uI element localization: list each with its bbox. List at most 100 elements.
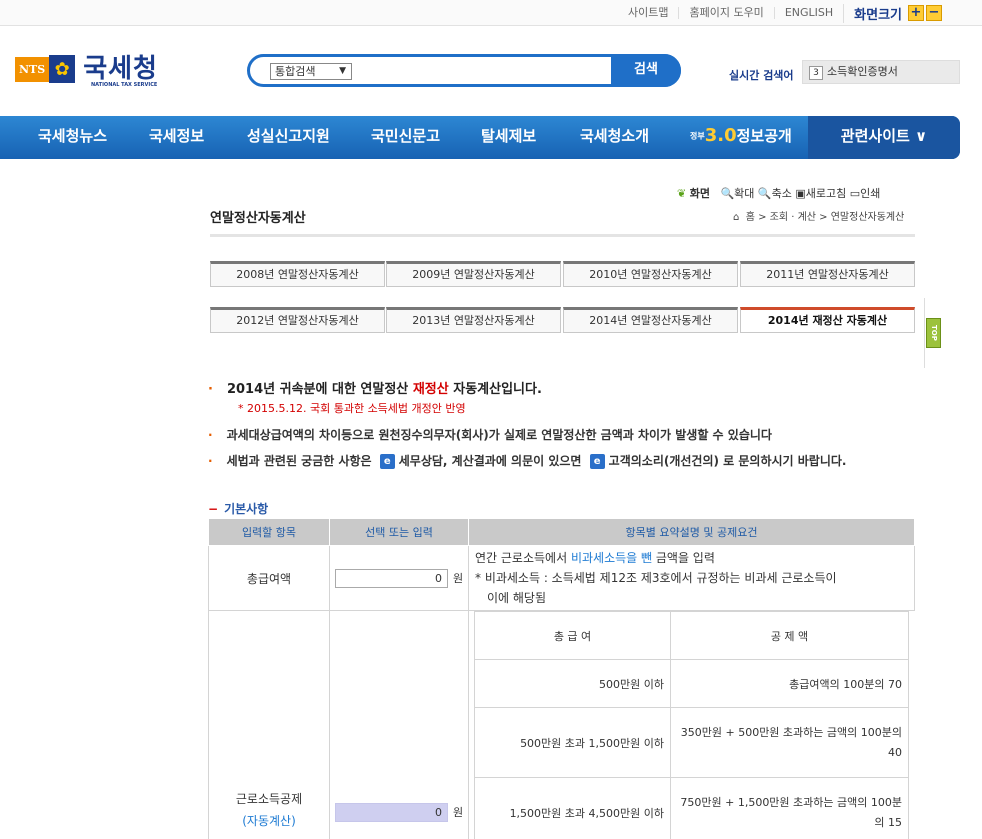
nav-tax-report[interactable]: 탈세제보: [481, 116, 536, 159]
page-tools: ❦ 화면 🔍확대 🔍축소 ▣새로고침 ▭인쇄: [677, 185, 880, 201]
search-category-select[interactable]: 통합검색 ▼: [270, 63, 352, 80]
gross-pay-description: 연간 근로소득에서 비과세소득을 뺀 금액을 입력 * 비과세소득 : 소득세법…: [468, 545, 915, 611]
tab-2009[interactable]: 2009년 연말정산자동계산: [386, 261, 561, 287]
realtime-keyword[interactable]: 3 소득확인증명서: [802, 60, 960, 84]
table-row: 500만원 이하 총급여액의 100분의 70: [474, 659, 909, 708]
gross-pay-cell: 0원: [329, 545, 469, 611]
help-link[interactable]: 홈페이지 도우미: [678, 7, 773, 19]
bullet-icon: ·: [208, 382, 213, 397]
deduction-unit: 원: [452, 805, 464, 819]
table-row: 1,500만원 초과 4,500만원 이하 750만원 + 1,500만원 초과…: [474, 777, 909, 839]
nts-logo-mark: NTS: [15, 56, 50, 82]
flower-emblem-icon: ✿: [49, 55, 76, 83]
nav-tax-info[interactable]: 국세정보: [149, 116, 204, 159]
bracket-deduction: 350만원 + 500만원 초과하는 금액의 100분의 40: [670, 707, 909, 778]
basic-info-table: 입력할 항목 선택 또는 입력 항목별 요약설명 및 공제요건 총급여액 0원 …: [208, 518, 915, 839]
tab-2014-recalculation[interactable]: 2014년 재정산 자동계산: [740, 307, 915, 333]
table-row: 500만원 초과 1,500만원 이하 350만원 + 500만원 초과하는 금…: [474, 707, 909, 778]
note-difference: · 과세대상급여액의 차이등으로 원천징수의무자(회사)가 실제로 연말정산한 금…: [208, 428, 772, 442]
english-link[interactable]: ENGLISH: [773, 7, 843, 19]
tab-2011[interactable]: 2011년 연말정산자동계산: [740, 261, 915, 287]
tab-2010[interactable]: 2010년 연말정산자동계산: [563, 261, 738, 287]
bracket-range: 500만원 이하: [474, 659, 671, 708]
tax-consult-link-icon[interactable]: e: [379, 454, 395, 469]
note-intro: · 2014년 귀속분에 대한 연말정산 재정산 자동계산입니다.: [208, 382, 542, 397]
section-title: − 기본사항: [208, 502, 269, 516]
main-navigation: 국세청뉴스 국세정보 성실신고지원 국민신문고 탈세제보 국세청소개 정부3.0…: [0, 116, 960, 159]
tab-2014[interactable]: 2014년 연말정산자동계산: [563, 307, 738, 333]
breadcrumb: ⌂ 홈 > 조회 · 계산 > 연말정산자동계산: [733, 212, 905, 223]
nav-info-label: 정보공개: [736, 127, 792, 145]
search-button[interactable]: 검색: [611, 54, 681, 87]
header-input: 선택 또는 입력: [329, 518, 469, 546]
customer-voice-link-icon[interactable]: e: [589, 454, 605, 469]
utility-links: 사이트맵 홈페이지 도우미 ENGLISH 화면크기 + −: [618, 0, 942, 26]
table-header-row: 입력할 항목 선택 또는 입력 항목별 요약설명 및 공제요건: [208, 518, 915, 546]
nts-logo[interactable]: NTS ✿ 국세청 NATIONAL TAX SERVICE: [15, 54, 158, 88]
deduction-cell: 0원: [329, 610, 469, 839]
non-taxable-note: * 비과세소득 : 소득세법 제12조 제3호에서 규정하는 비과세 근로소득이: [475, 571, 837, 585]
realtime-term: 소득확인증명서: [827, 65, 898, 78]
deduction-label-cell: 근로소득공제 (자동계산): [208, 610, 330, 839]
nav-about[interactable]: 국세청소개: [580, 116, 649, 159]
sitemap-link[interactable]: 사이트맵: [618, 7, 678, 19]
inner-header-gross: 총 급 여: [474, 611, 671, 660]
tab-2008[interactable]: 2008년 연말정산자동계산: [210, 261, 385, 287]
gross-pay-input[interactable]: 0: [334, 568, 448, 588]
inner-header-deduction: 공 제 액: [670, 611, 909, 660]
nav-petition[interactable]: 국민신문고: [371, 116, 440, 159]
search-bar: 통합검색 ▼ 검색: [247, 54, 681, 87]
zoom-in-button[interactable]: +: [908, 5, 924, 21]
nav-information-disclosure[interactable]: 정부3.0정보공개: [690, 116, 792, 159]
section-dash-icon: −: [208, 502, 219, 516]
note-law-reflected: * 2015.5.12. 국회 통과한 소득세법 개정안 반영: [238, 402, 466, 415]
bracket-range: 1,500만원 초과 4,500만원 이하: [474, 777, 671, 839]
table-row: 총급여액 0원 연간 근로소득에서 비과세소득을 뺀 금액을 입력 * 비과세소…: [208, 545, 915, 611]
gross-pay-unit: 원: [452, 571, 464, 585]
deduction-rate-table: 총 급 여 공 제 액 500만원 이하 총급여액의 100분의 70 500만…: [474, 611, 909, 839]
home-icon[interactable]: ⌂: [733, 212, 739, 223]
deduction-auto-label: (자동계산): [242, 813, 296, 828]
print-tool[interactable]: ▭인쇄: [850, 187, 881, 200]
leaf-icon: ❦: [677, 187, 687, 200]
page-title: 연말정산자동계산: [210, 211, 306, 226]
bullet-icon: ·: [208, 428, 213, 442]
nav-related-sites[interactable]: 관련사이트 ∨: [808, 116, 960, 159]
zoom-out-button[interactable]: −: [926, 5, 942, 21]
deduction-table-cell: 총 급 여 공 제 액 500만원 이하 총급여액의 100분의 70 500만…: [469, 611, 915, 839]
gov3-logo-icon: 3.0: [704, 125, 737, 146]
customer-voice-link[interactable]: 고객의소리(개선건의) 로 문의하시기 바랍니다.: [609, 454, 847, 468]
title-divider: [210, 234, 915, 237]
bracket-range: 500만원 초과 1,500만원 이하: [474, 707, 671, 778]
deduction-input: 0: [334, 802, 448, 822]
tab-2012[interactable]: 2012년 연말정산자동계산: [210, 307, 385, 333]
top-button[interactable]: TOP: [926, 318, 941, 348]
search-category-value: 통합검색: [275, 65, 316, 78]
header-item: 입력할 항목: [208, 518, 330, 546]
tax-consult-link[interactable]: 세무상담, 계산결과에 의문이 있으면: [399, 454, 582, 468]
refresh-tool[interactable]: ▣새로고침: [795, 187, 846, 200]
gross-pay-label: 총급여액: [208, 545, 330, 611]
bullet-icon: ·: [208, 454, 213, 468]
bracket-deduction: 총급여액의 100분의 70: [670, 659, 909, 708]
note-highlight: 재정산: [412, 382, 449, 397]
realtime-keywords-label: 실시간 검색어: [729, 69, 794, 82]
dropdown-arrow-icon: ▼: [339, 66, 346, 76]
side-divider: [924, 298, 925, 368]
nav-news[interactable]: 국세청뉴스: [38, 116, 107, 159]
tools-screen-label: 화면: [689, 187, 710, 200]
zoom-in-tool[interactable]: 🔍확대: [720, 187, 754, 200]
realtime-rank: 3: [809, 66, 823, 80]
font-size-label: 화면크기: [843, 3, 906, 23]
nav-filing-support[interactable]: 성실신고지원: [247, 116, 330, 159]
gov-prefix: 정부: [690, 131, 705, 141]
non-taxable-link[interactable]: 비과세소득을 뺀: [571, 551, 652, 565]
bracket-deduction: 750만원 + 1,500만원 초과하는 금액의 100분의 15: [670, 777, 909, 839]
table-row: 근로소득공제 (자동계산) 0원 총 급 여 공 제 액 500만원 이하 총급…: [208, 610, 915, 839]
deduction-label: 근로소득공제: [235, 791, 303, 806]
inner-header-row: 총 급 여 공 제 액: [474, 611, 909, 660]
header-description: 항목별 요약설명 및 공제요건: [468, 518, 915, 546]
logo-name: 국세청: [83, 54, 158, 84]
tab-2013[interactable]: 2013년 연말정산자동계산: [386, 307, 561, 333]
zoom-out-tool[interactable]: 🔍축소: [758, 187, 792, 200]
